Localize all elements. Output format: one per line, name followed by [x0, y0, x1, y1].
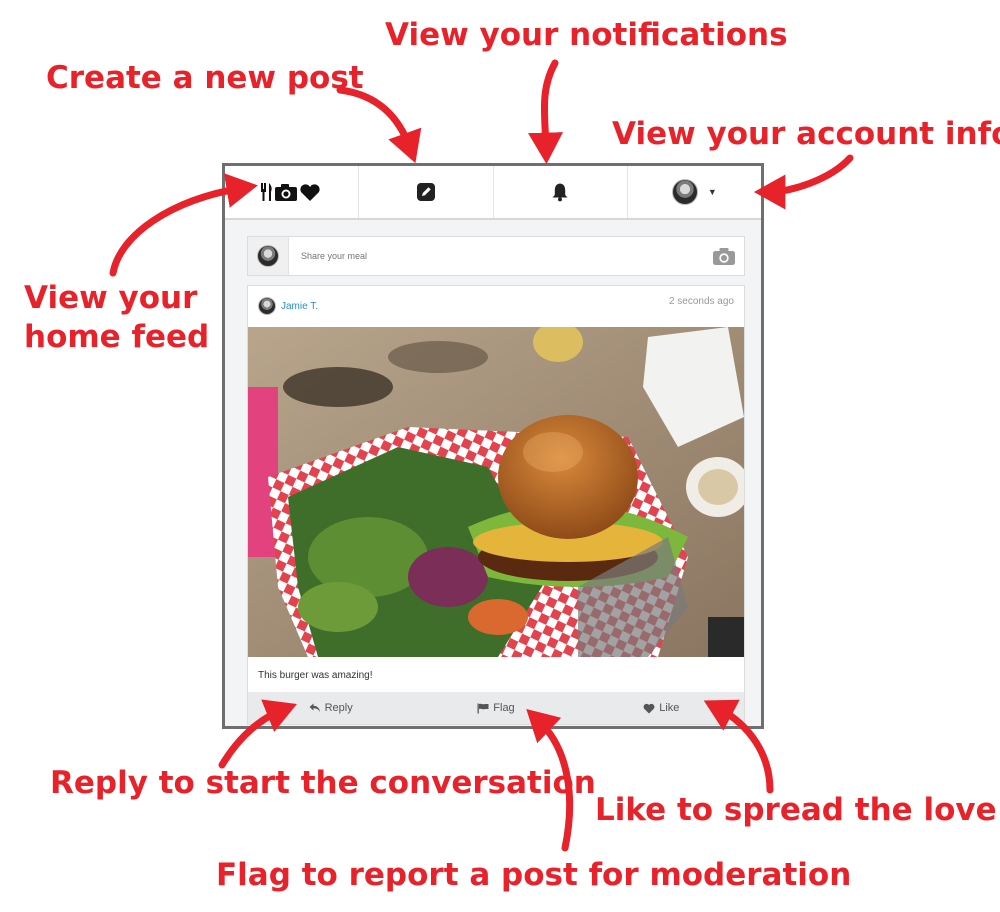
like-button[interactable]: Like	[579, 692, 744, 724]
nav-home-feed[interactable]	[225, 166, 360, 218]
post-photo	[248, 327, 744, 657]
callout-home-feed-line1: View your	[24, 280, 198, 316]
chevron-down-icon: ▼	[707, 187, 717, 197]
callout-flag: Flag to report a post for moderation	[216, 857, 852, 893]
reply-button[interactable]: Reply	[248, 692, 413, 724]
callout-reply: Reply to start the conversation	[50, 765, 596, 801]
heart-icon	[643, 703, 655, 713]
feed-post: Jamie T. 2 seconds ago This burger was a…	[247, 285, 745, 725]
logo-fork-knife-camera-heart-icon	[260, 183, 320, 201]
callout-home-feed-line2: home feed	[24, 319, 210, 355]
flag-icon	[477, 703, 489, 713]
callout-notifications: View your notifications	[385, 17, 788, 53]
arrow-notifications	[528, 59, 564, 165]
flag-button[interactable]: Flag	[413, 692, 578, 724]
callout-account-info: View your account info	[612, 116, 1000, 152]
composer-avatar-box	[248, 237, 289, 275]
post-action-bar: Reply Flag Like	[248, 692, 744, 724]
like-label: Like	[659, 702, 680, 714]
user-avatar	[671, 179, 698, 205]
author-name-link[interactable]: Jamie T.	[281, 301, 318, 312]
camera-button[interactable]	[704, 246, 744, 266]
reply-label: Reply	[324, 702, 353, 714]
author-avatar	[258, 297, 276, 315]
share-meal-input[interactable]	[289, 250, 704, 262]
camera-icon	[713, 248, 735, 265]
nav-account[interactable]: ▼	[628, 166, 761, 218]
flag-label: Flag	[493, 702, 515, 714]
pencil-square-icon	[416, 183, 435, 201]
post-composer	[247, 236, 745, 276]
nav-notifications[interactable]	[494, 166, 628, 218]
composer-avatar	[257, 245, 279, 267]
top-navigation: ▼	[225, 166, 761, 220]
callout-like: Like to spread the love	[595, 792, 997, 828]
post-timestamp: 2 seconds ago	[668, 296, 734, 307]
app-screen: ▼ Jamie T. 2 seconds ago	[222, 163, 764, 729]
bell-icon	[552, 183, 568, 202]
post-caption: This burger was amazing!	[258, 670, 373, 681]
reply-arrow-icon	[309, 703, 320, 712]
post-header: Jamie T. 2 seconds ago	[248, 286, 744, 326]
callout-create-post: Create a new post	[46, 60, 364, 96]
arrow-create-post	[336, 86, 422, 164]
burger-meal-photo	[248, 327, 744, 657]
nav-create-post[interactable]	[359, 166, 494, 218]
arrow-account	[753, 154, 854, 210]
